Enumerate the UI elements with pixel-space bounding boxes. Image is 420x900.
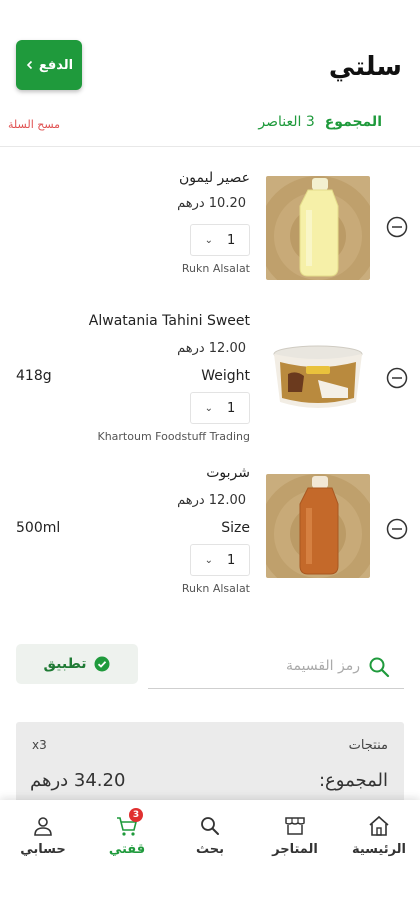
chevron-down-icon: ⌄ bbox=[204, 554, 214, 566]
home-icon bbox=[369, 815, 389, 836]
coupon-input[interactable]: رمز القسيمة bbox=[148, 646, 404, 689]
check-circle-icon bbox=[94, 656, 110, 672]
nav-home-label: الرئيسية bbox=[351, 842, 407, 857]
chevron-down-icon: ⌄ bbox=[204, 402, 214, 414]
nav-account[interactable]: حسابي bbox=[8, 814, 78, 857]
search-icon bbox=[369, 657, 390, 678]
product-image[interactable] bbox=[266, 474, 370, 578]
quantity-selector[interactable]: ⌄ 1 bbox=[190, 392, 250, 424]
page-title: سلتي bbox=[328, 52, 402, 82]
remove-item-icon[interactable] bbox=[386, 216, 408, 238]
nav-account-label: حسابي bbox=[20, 842, 66, 857]
nav-stores-label: المتاجر bbox=[272, 842, 318, 857]
nav-home[interactable]: الرئيسية bbox=[344, 814, 414, 857]
products-label: منتجات bbox=[348, 738, 388, 753]
nav-search-label: بحث bbox=[195, 842, 224, 857]
product-image[interactable] bbox=[266, 326, 370, 430]
chevron-down-icon: ⌄ bbox=[204, 234, 214, 246]
apply-coupon-button[interactable]: تطبيق bbox=[16, 644, 138, 684]
store-icon bbox=[285, 817, 305, 835]
tahini-tub-icon bbox=[266, 326, 370, 430]
lemon-juice-bottle-icon bbox=[266, 176, 370, 280]
cart-count-badge: 3 bbox=[129, 808, 143, 822]
remove-item-icon[interactable] bbox=[386, 518, 408, 540]
nav-cart[interactable]: 3 قفتي bbox=[92, 808, 162, 857]
remove-item-icon[interactable] bbox=[386, 367, 408, 389]
product-image[interactable] bbox=[266, 176, 370, 280]
product-price: 12.00 درهم bbox=[177, 341, 246, 356]
variant-value: 418g bbox=[16, 368, 52, 384]
cart-summary-header: المجموع 3 العناصر bbox=[258, 114, 382, 130]
checkout-label: الدفع bbox=[38, 57, 74, 73]
nav-stores[interactable]: المتاجر bbox=[260, 814, 330, 857]
nav-search[interactable]: بحث bbox=[175, 814, 245, 857]
seller-name: Khartoum Foodstuff Trading bbox=[97, 430, 250, 443]
variant-value: 500ml bbox=[16, 520, 61, 536]
coupon-placeholder: رمز القسيمة bbox=[286, 658, 360, 674]
variant-label: Weight bbox=[201, 368, 250, 384]
items-count: 3 العناصر bbox=[258, 114, 315, 130]
quantity-value: 1 bbox=[227, 552, 236, 568]
seller-name: Rukn Alsalat bbox=[181, 582, 250, 595]
product-price: 10.20 درهم bbox=[177, 196, 246, 211]
quantity-selector[interactable]: ⌄ 1 bbox=[190, 544, 250, 576]
seller-name: Rukn Alsalat bbox=[181, 262, 250, 275]
quantity-selector[interactable]: ⌄ 1 bbox=[190, 224, 250, 256]
summary-total-value: 34.20 درهم bbox=[30, 770, 126, 791]
user-icon bbox=[34, 817, 52, 836]
summary-total-label: المجموع: bbox=[318, 770, 388, 791]
quantity-value: 1 bbox=[227, 232, 236, 248]
apply-coupon-label: تطبيق bbox=[43, 656, 87, 672]
variant-label: Size bbox=[221, 520, 250, 536]
product-price: 12.00 درهم bbox=[177, 493, 246, 508]
checkout-button[interactable]: الدفع bbox=[16, 40, 82, 90]
divider bbox=[0, 146, 420, 147]
products-count: x3 bbox=[32, 738, 47, 752]
bottom-navigation: الرئيسية المتاجر بحث 3 قفتي حسابي bbox=[0, 800, 420, 900]
chevron-left-icon bbox=[26, 60, 32, 70]
total-label: المجموع bbox=[324, 114, 382, 130]
product-name[interactable]: شربوت bbox=[206, 465, 250, 481]
clear-cart-link[interactable]: مسح السلة bbox=[8, 118, 60, 131]
product-name[interactable]: عصير ليمون bbox=[179, 170, 250, 186]
search-icon bbox=[201, 817, 219, 835]
nav-cart-label: قفتي bbox=[108, 842, 146, 857]
quantity-value: 1 bbox=[227, 400, 236, 416]
product-name[interactable]: Alwatania Tahini Sweet bbox=[89, 313, 250, 329]
sherbet-bottle-icon bbox=[266, 474, 370, 578]
